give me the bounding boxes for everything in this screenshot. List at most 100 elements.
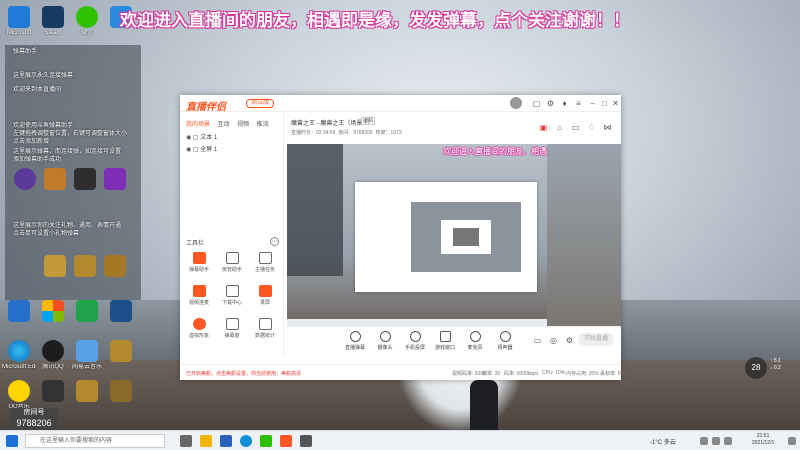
danmaku-control[interactable]: 直播弹幕 <box>341 331 369 351</box>
phone-control[interactable]: 手机投屏 <box>401 331 429 351</box>
desktop-icon-app[interactable] <box>104 300 138 324</box>
store-icon[interactable] <box>220 435 232 447</box>
gear-icon[interactable]: ⚙ <box>565 336 574 345</box>
tray-weather[interactable]: -1°C 多云 <box>650 437 676 446</box>
desktop-icon-app[interactable] <box>2 300 36 324</box>
windows-start-icon[interactable] <box>6 435 18 447</box>
scene-item[interactable]: ◉ ▢ 文本 1 <box>186 132 217 141</box>
tab-video[interactable]: 视频 <box>237 122 249 128</box>
microsoft-icon <box>8 6 30 28</box>
nested-preview-image <box>453 228 479 246</box>
more-icon[interactable]: ⋯ <box>270 237 279 246</box>
minimize-icon[interactable]: – <box>588 99 597 108</box>
desktop-icon-game[interactable] <box>8 168 42 192</box>
scene-item[interactable]: ◉ ▢ 全屏 1 <box>186 144 217 153</box>
file-explorer-icon[interactable] <box>200 435 212 447</box>
close-icon[interactable]: ✕ <box>611 99 620 108</box>
tab-scenes[interactable]: 我的场景 <box>186 122 210 128</box>
game-window-control[interactable]: 游戏窗口 <box>431 331 459 351</box>
tool-admin[interactable]: 房管助手 <box>218 252 246 273</box>
desktop-icon-game[interactable] <box>68 168 102 192</box>
panel-line: 这里展示永久连接弹幕 <box>13 73 74 79</box>
tool-stats[interactable]: 数据统计 <box>251 318 279 339</box>
camera-control[interactable]: 摄像头 <box>371 331 399 351</box>
avatar[interactable] <box>510 97 522 109</box>
toolbar-header: 工具栏 <box>186 241 205 247</box>
edge-icon <box>8 340 30 362</box>
app-taskbar-icon[interactable] <box>300 435 312 447</box>
desktop-icon-netease[interactable]: 网易云音乐 <box>70 340 104 371</box>
desktop-icon-app[interactable] <box>36 300 70 324</box>
notification-center-icon[interactable] <box>788 437 796 445</box>
ime-icon[interactable] <box>724 437 732 445</box>
tool-danmaku-window[interactable]: 弹幕窗 <box>218 318 246 339</box>
desktop-icon-game[interactable] <box>104 380 138 404</box>
wechat-taskbar-icon[interactable] <box>260 435 272 447</box>
taskbar: 在这里输入你要搜索的内容 -1°C 多云 21:51 2021/12/1 <box>0 430 800 450</box>
desktop-icon-game[interactable] <box>98 168 132 192</box>
tab-interact[interactable]: 互动 <box>218 122 230 128</box>
edge-taskbar-icon[interactable] <box>240 435 252 447</box>
cursor-icon <box>104 168 126 190</box>
desktop-icon-wechat[interactable]: 微信 <box>70 6 104 37</box>
bell-icon[interactable]: ♦ <box>560 99 569 108</box>
desktop-icon-qqmusic[interactable]: QQ音乐 <box>2 380 36 411</box>
settings-icon[interactable]: ⚙ <box>546 99 555 108</box>
lock-icon[interactable]: ⌂ <box>555 123 564 132</box>
network-icon[interactable] <box>700 437 708 445</box>
maximize-icon[interactable]: □ <box>600 99 609 108</box>
game-icon <box>44 168 66 190</box>
tool-avatar[interactable]: 虚拟形象 <box>185 318 213 339</box>
desktop-icon-game[interactable] <box>70 380 104 404</box>
wow-icon <box>76 380 98 402</box>
desktop-icon-microsoft[interactable]: Microsoft <box>2 6 36 37</box>
desktop-icon-game[interactable] <box>38 255 72 279</box>
desktop-icon-game[interactable] <box>68 255 102 279</box>
desktop-icon-edge[interactable]: Microsoft Edge <box>2 340 36 371</box>
download-icon <box>225 285 239 297</box>
desktop-icon-steam[interactable]: Steam <box>36 6 70 37</box>
live-preview[interactable]: 欢迎进入直播间的朋友，相遇即是缘，发发弹幕，点个关注谢谢！！ <box>287 144 547 326</box>
live-companion-window[interactable]: 直播伴侣 测试版 ▢ ⚙ ♦ ≡ – □ ✕ 我的场景 互动 视频 推流 ◉ ▢… <box>180 95 625 380</box>
edit-button[interactable]: 编辑 <box>361 117 375 125</box>
mic-control[interactable]: 麦克风 <box>461 331 489 351</box>
tool-task[interactable]: 主播任务 <box>251 252 279 273</box>
wallpaper-person <box>470 380 498 430</box>
status-bar: 已开启美颜，点击美颜设置，你当前使用：美颜高清 视频码率: 5000 帧率: 3… <box>180 364 625 380</box>
live-companion-taskbar-icon[interactable] <box>280 435 292 447</box>
chat-icon[interactable]: ▢ <box>532 99 541 108</box>
notification-icon[interactable]: ♢ <box>587 123 596 132</box>
tool-record[interactable]: 录屏 <box>251 285 279 306</box>
menu-icon[interactable]: ≡ <box>574 99 583 108</box>
panel-line: 点击添加新增 <box>13 139 50 145</box>
desktop-icon-game[interactable] <box>104 340 138 364</box>
task-view-icon[interactable] <box>180 435 192 447</box>
tool-download[interactable]: 下载中心 <box>218 285 246 306</box>
tool-video-link[interactable]: 视频连麦 <box>185 285 213 306</box>
record-icon[interactable]: ▭ <box>533 336 542 345</box>
desktop-icon-game[interactable] <box>38 168 72 192</box>
preview-taskbar <box>287 319 547 326</box>
tray-clock[interactable]: 21:51 2021/12/1 <box>752 433 774 447</box>
desktop-icon-game[interactable] <box>98 255 132 279</box>
panel-line: 添加弹幕助手成功 <box>13 157 62 163</box>
taskbar-search-input[interactable]: 在这里输入你要搜索的内容 <box>25 434 165 448</box>
camera-icon <box>379 331 391 342</box>
eye-icon[interactable]: ◎ <box>549 336 558 345</box>
speed-widget[interactable]: 28 <box>745 357 767 379</box>
desktop-icon-app[interactable] <box>36 380 70 404</box>
tab-stream[interactable]: 推流 <box>257 122 269 128</box>
share-icon[interactable]: ⋈ <box>603 123 612 132</box>
share-live-icon[interactable]: ▣ <box>539 123 548 132</box>
record-icon <box>258 285 272 297</box>
folder-icon[interactable]: ▭ <box>571 123 580 132</box>
preview-side <box>547 144 621 326</box>
live-controls: 直播弹幕 摄像头 手机投屏 游戏窗口 麦克风 扬声器 ▭ ◎ ⚙ 开始直播 <box>287 326 621 362</box>
desktop-icon-app[interactable] <box>70 300 104 324</box>
tool-danmaku[interactable]: 弹幕助手 <box>185 252 213 273</box>
speaker-control[interactable]: 扬声器 <box>491 331 519 351</box>
start-live-button[interactable]: 开始直播 <box>578 333 614 346</box>
desktop-icon-qq[interactable]: 腾讯QQ <box>36 340 70 371</box>
room-stats: 直播时长：03:34:59 房间：9788206 热度：1973 <box>291 130 402 136</box>
volume-icon[interactable] <box>712 437 720 445</box>
